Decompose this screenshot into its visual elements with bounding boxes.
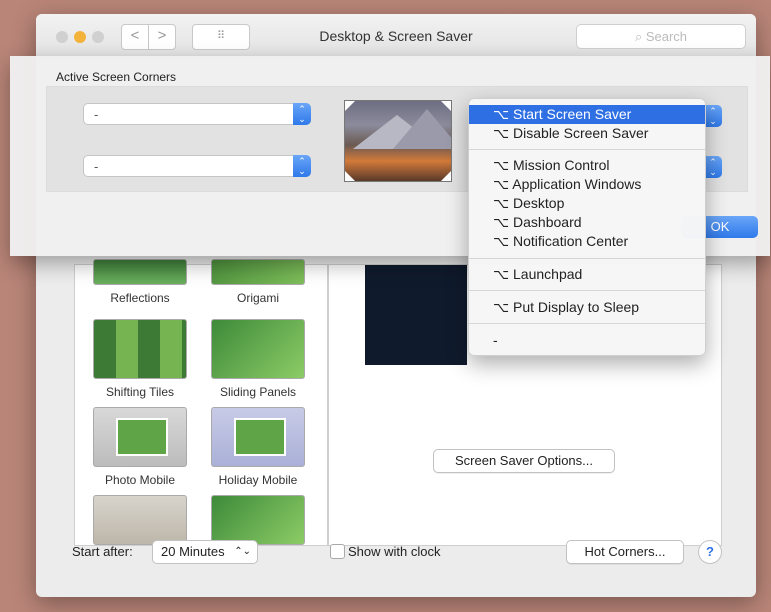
menu-item-dashboard[interactable]: ⌥ Dashboard	[469, 213, 705, 232]
help-button[interactable]: ?	[698, 540, 722, 564]
chevron-updown-icon: ⌃⌄	[293, 155, 311, 177]
screensaver-preview	[365, 265, 467, 365]
menu-item-mission-control[interactable]: ⌥ Mission Control	[469, 156, 705, 175]
ok-label: OK	[710, 219, 730, 234]
screensaver-list[interactable]: Reflections Origami Shifting Tiles Slidi…	[74, 259, 328, 546]
top-left-corner-value: -	[94, 107, 99, 122]
menu-item-application-windows[interactable]: ⌥ Application Windows	[469, 175, 705, 194]
bottom-left-corner-popup[interactable]: - ⌃ ⌄	[83, 155, 311, 177]
top-left-corner-popup[interactable]: - ⌃ ⌄	[83, 103, 311, 125]
screensaver-label: Holiday Mobile	[218, 473, 298, 487]
chevron-updown-icon: ⌃⌄	[704, 105, 722, 127]
search-icon: ⌕	[634, 29, 646, 44]
chevron-updown-icon: ⌃⌄	[704, 156, 722, 178]
screensaver-vintage-prints[interactable]	[85, 495, 195, 545]
menu-separator	[469, 258, 705, 259]
titlebar: < > ⠿ Desktop & Screen Saver ⌕ Search	[36, 14, 756, 59]
show-with-clock-checkbox[interactable]	[330, 544, 345, 559]
chevron-updown-icon: ⌃⌄	[293, 103, 311, 125]
reflections-thumbnail	[93, 259, 187, 285]
shifting-tiles-thumbnail	[93, 319, 187, 379]
sliding-panels-thumbnail	[211, 319, 305, 379]
menu-item-put-display-to-sleep[interactable]: ⌥ Put Display to Sleep	[469, 298, 705, 317]
origami-thumbnail	[211, 259, 305, 285]
screensaver-photo-mobile[interactable]: Photo Mobile	[85, 407, 195, 487]
desktop-preview-image	[344, 100, 452, 182]
screensaver-ken-burns[interactable]	[203, 495, 313, 545]
holiday-mobile-thumbnail	[211, 407, 305, 467]
menu-item-none[interactable]: -	[469, 331, 705, 350]
search-field[interactable]: ⌕ Search	[576, 24, 746, 49]
sheet-title: Active Screen Corners	[56, 70, 177, 84]
corner-action-menu[interactable]: ⌥ Start Screen Saver ⌥ Disable Screen Sa…	[468, 98, 706, 356]
photo-mobile-thumbnail	[93, 407, 187, 467]
screensaver-label: Shifting Tiles	[105, 385, 175, 399]
menu-separator	[469, 149, 705, 150]
screensaver-holiday-mobile[interactable]: Holiday Mobile	[203, 407, 313, 487]
screensaver-label: Reflections	[110, 291, 170, 305]
screensaver-label: Photo Mobile	[104, 473, 176, 487]
screen-saver-options-button[interactable]: Screen Saver Options...	[433, 449, 615, 473]
menu-item-launchpad[interactable]: ⌥ Launchpad	[469, 265, 705, 284]
vintage-prints-thumbnail	[93, 495, 187, 545]
menu-item-start-screen-saver[interactable]: ⌥ Start Screen Saver	[469, 105, 705, 124]
start-after-value: 20 Minutes	[161, 544, 225, 559]
start-after-select[interactable]: 20 Minutes ⌃⌄	[152, 540, 258, 564]
menu-item-disable-screen-saver[interactable]: ⌥ Disable Screen Saver	[469, 124, 705, 143]
screensaver-sliding-panels[interactable]: Sliding Panels	[203, 319, 313, 399]
corner-indicator	[345, 171, 355, 181]
screensaver-label: Origami	[236, 291, 279, 305]
menu-item-notification-center[interactable]: ⌥ Notification Center	[469, 232, 705, 251]
corner-indicator	[441, 171, 451, 181]
menu-separator	[469, 290, 705, 291]
corner-indicator	[345, 101, 355, 111]
ken-burns-thumbnail	[211, 495, 305, 545]
screensaver-shifting-tiles[interactable]: Shifting Tiles	[85, 319, 195, 399]
screensaver-reflections[interactable]: Reflections	[85, 259, 195, 305]
search-placeholder: Search	[645, 29, 688, 44]
screensaver-label: Sliding Panels	[219, 385, 297, 399]
show-with-clock-label: Show with clock	[348, 544, 441, 559]
hot-corners-button[interactable]: Hot Corners...	[566, 540, 684, 564]
menu-item-desktop[interactable]: ⌥ Desktop	[469, 194, 705, 213]
menu-separator	[469, 323, 705, 324]
chevron-updown-icon: ⌃⌄	[234, 546, 251, 557]
bottom-left-corner-value: -	[94, 159, 99, 174]
screensaver-origami[interactable]: Origami	[203, 259, 313, 305]
corner-indicator	[441, 101, 451, 111]
start-after-label: Start after:	[72, 544, 133, 559]
